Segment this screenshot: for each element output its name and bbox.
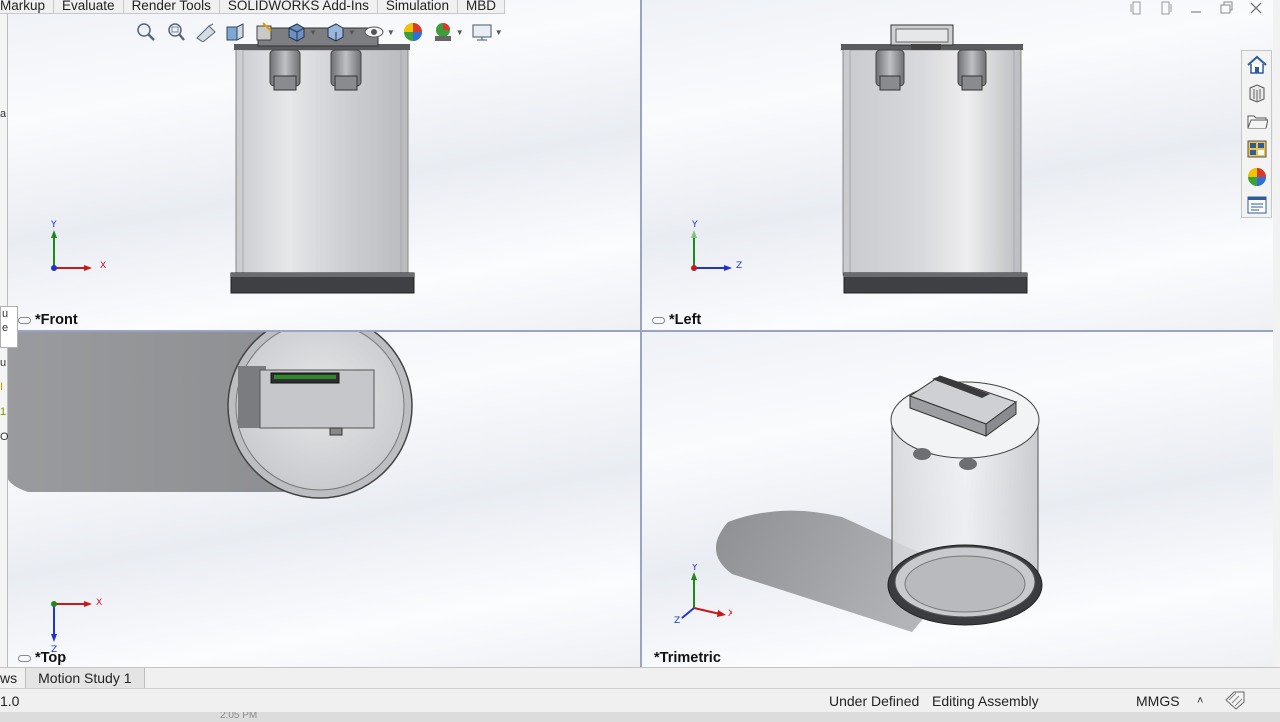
resources-icon[interactable] (1244, 81, 1270, 105)
tab-motion-study-1[interactable]: Motion Study 1 (26, 668, 145, 688)
chevron-down-icon[interactable]: ▼ (456, 28, 464, 37)
file-explorer-icon[interactable] (1244, 109, 1270, 133)
chevron-down-icon[interactable]: ▼ (387, 28, 395, 37)
model-left (841, 24, 1028, 294)
hide-show-items-icon[interactable] (362, 20, 386, 44)
chevron-down-icon[interactable]: ▼ (309, 28, 317, 37)
viewport-label-trimetric: *Trimetric (654, 650, 721, 666)
tab-simulation[interactable]: Simulation (377, 0, 458, 14)
tab-render-tools[interactable]: Render Tools (123, 0, 220, 14)
units-caret-icon[interactable]: ˄ (1197, 695, 1203, 707)
model-trimetric (715, 375, 1043, 632)
status-units[interactable]: MMGS (1136, 693, 1180, 709)
axis-label-x: X (100, 261, 106, 271)
viewport-top[interactable]: Z X *Top (8, 332, 640, 668)
viewport-splitter-vertical[interactable] (640, 0, 642, 668)
link-views-icon[interactable] (18, 654, 31, 662)
axis-label-x: X (96, 598, 102, 608)
edit-appearance-icon[interactable] (401, 20, 425, 44)
zoom-to-area-icon[interactable] (164, 20, 188, 44)
section-view-icon[interactable] (224, 20, 248, 44)
restore-left-icon[interactable] (1126, 0, 1146, 16)
tab-views[interactable]: ws (0, 668, 27, 688)
left-fragment: a (0, 108, 7, 120)
previous-view-icon[interactable] (194, 20, 218, 44)
status-version: 1.0 (0, 693, 20, 709)
chevron-down-icon[interactable]: ▼ (495, 28, 503, 37)
solidworks-window: Markup Evaluate Render Tools SOLIDWORKS … (0, 0, 1280, 722)
axis-label-z: Z (674, 616, 680, 624)
close-icon[interactable] (1246, 0, 1266, 16)
status-definition: Under Defined (829, 693, 920, 709)
model-top (8, 332, 413, 499)
view-name: *Left (669, 312, 702, 328)
axis-label-y: Y (50, 220, 57, 230)
graphics-area[interactable]: Y X *Front Y Z *Left Z X *Top Y X Z *Tri… (8, 0, 1273, 668)
viewport-trimetric[interactable]: Y X Z *Trimetric (642, 332, 1273, 668)
model-front (230, 27, 415, 294)
bottom-tabs: ws Motion Study 1 (0, 667, 1280, 688)
view-palette-icon[interactable] (1244, 137, 1270, 161)
zoom-to-fit-icon[interactable] (134, 20, 158, 44)
custom-properties-icon[interactable] (1244, 193, 1270, 217)
viewport-left[interactable]: Y Z *Left (642, 0, 1273, 330)
view-orientation-icon[interactable] (284, 20, 308, 44)
axis-label-x: X (728, 609, 732, 619)
view-name: *Trimetric (654, 650, 721, 666)
status-mode: Editing Assembly (932, 693, 1039, 709)
left-flyout-panel: u e (0, 306, 18, 348)
heads-up-view-toolbar: ▼ ▼ ▼ ▼ ▼ (134, 20, 503, 44)
viewport-label-left: *Left (652, 312, 701, 328)
dynamic-annotation-icon[interactable] (254, 20, 278, 44)
left-fragment: u (2, 308, 9, 320)
view-name: *Top (35, 650, 67, 666)
axis-label-z: Z (736, 261, 742, 271)
maximize-icon[interactable] (1216, 0, 1236, 16)
tab-mbd[interactable]: MBD (457, 0, 505, 14)
axis-label-y: Y (691, 564, 698, 573)
viewport-splitter-horizontal[interactable] (8, 330, 1273, 332)
view-settings-icon[interactable] (470, 20, 494, 44)
chevron-down-icon[interactable]: ▼ (348, 28, 356, 37)
axis-triad-left: Y Z (691, 220, 742, 271)
viewport-label-front: *Front (18, 312, 78, 328)
status-bar: 1.0 Under Defined Editing Assembly MMGS … (0, 688, 1280, 712)
tab-evaluate[interactable]: Evaluate (54, 0, 124, 14)
display-style-icon[interactable] (323, 20, 347, 44)
axis-triad-trimetric: Y X Z (674, 564, 732, 624)
link-views-icon[interactable] (18, 316, 31, 324)
home-icon[interactable] (1244, 53, 1270, 77)
apply-scene-icon[interactable] (431, 20, 455, 44)
minimize-icon[interactable] (1186, 0, 1206, 16)
left-fragment: e (2, 322, 9, 334)
tab-solidworks-add-ins[interactable]: SOLIDWORKS Add-Ins (219, 0, 378, 14)
left-fragment: I (0, 381, 4, 393)
viewport-label-top: *Top (18, 650, 66, 666)
left-fragment: 1 (0, 406, 7, 418)
rebuild-tag-icon[interactable] (1224, 690, 1246, 713)
link-views-icon[interactable] (652, 316, 665, 324)
left-fragment: O (0, 431, 9, 443)
restore-right-icon[interactable] (1156, 0, 1176, 16)
left-fragment: u (0, 357, 7, 369)
axis-triad-top: Z X (51, 598, 102, 655)
taskbar-edge: 2:05 PM (0, 712, 1280, 722)
axis-triad-front: Y X (50, 220, 106, 271)
taskbar-clock: 2:05 PM (220, 712, 258, 721)
viewport-front[interactable]: Y X *Front (8, 0, 640, 330)
view-name: *Front (35, 312, 78, 328)
command-manager-tabs: Markup Evaluate Render Tools SOLIDWORKS … (0, 0, 505, 14)
tab-markup[interactable]: Markup (0, 0, 55, 14)
window-controls (1126, 0, 1266, 16)
task-pane (1241, 50, 1272, 218)
axis-label-y: Y (691, 220, 698, 230)
appearances-icon[interactable] (1244, 165, 1270, 189)
